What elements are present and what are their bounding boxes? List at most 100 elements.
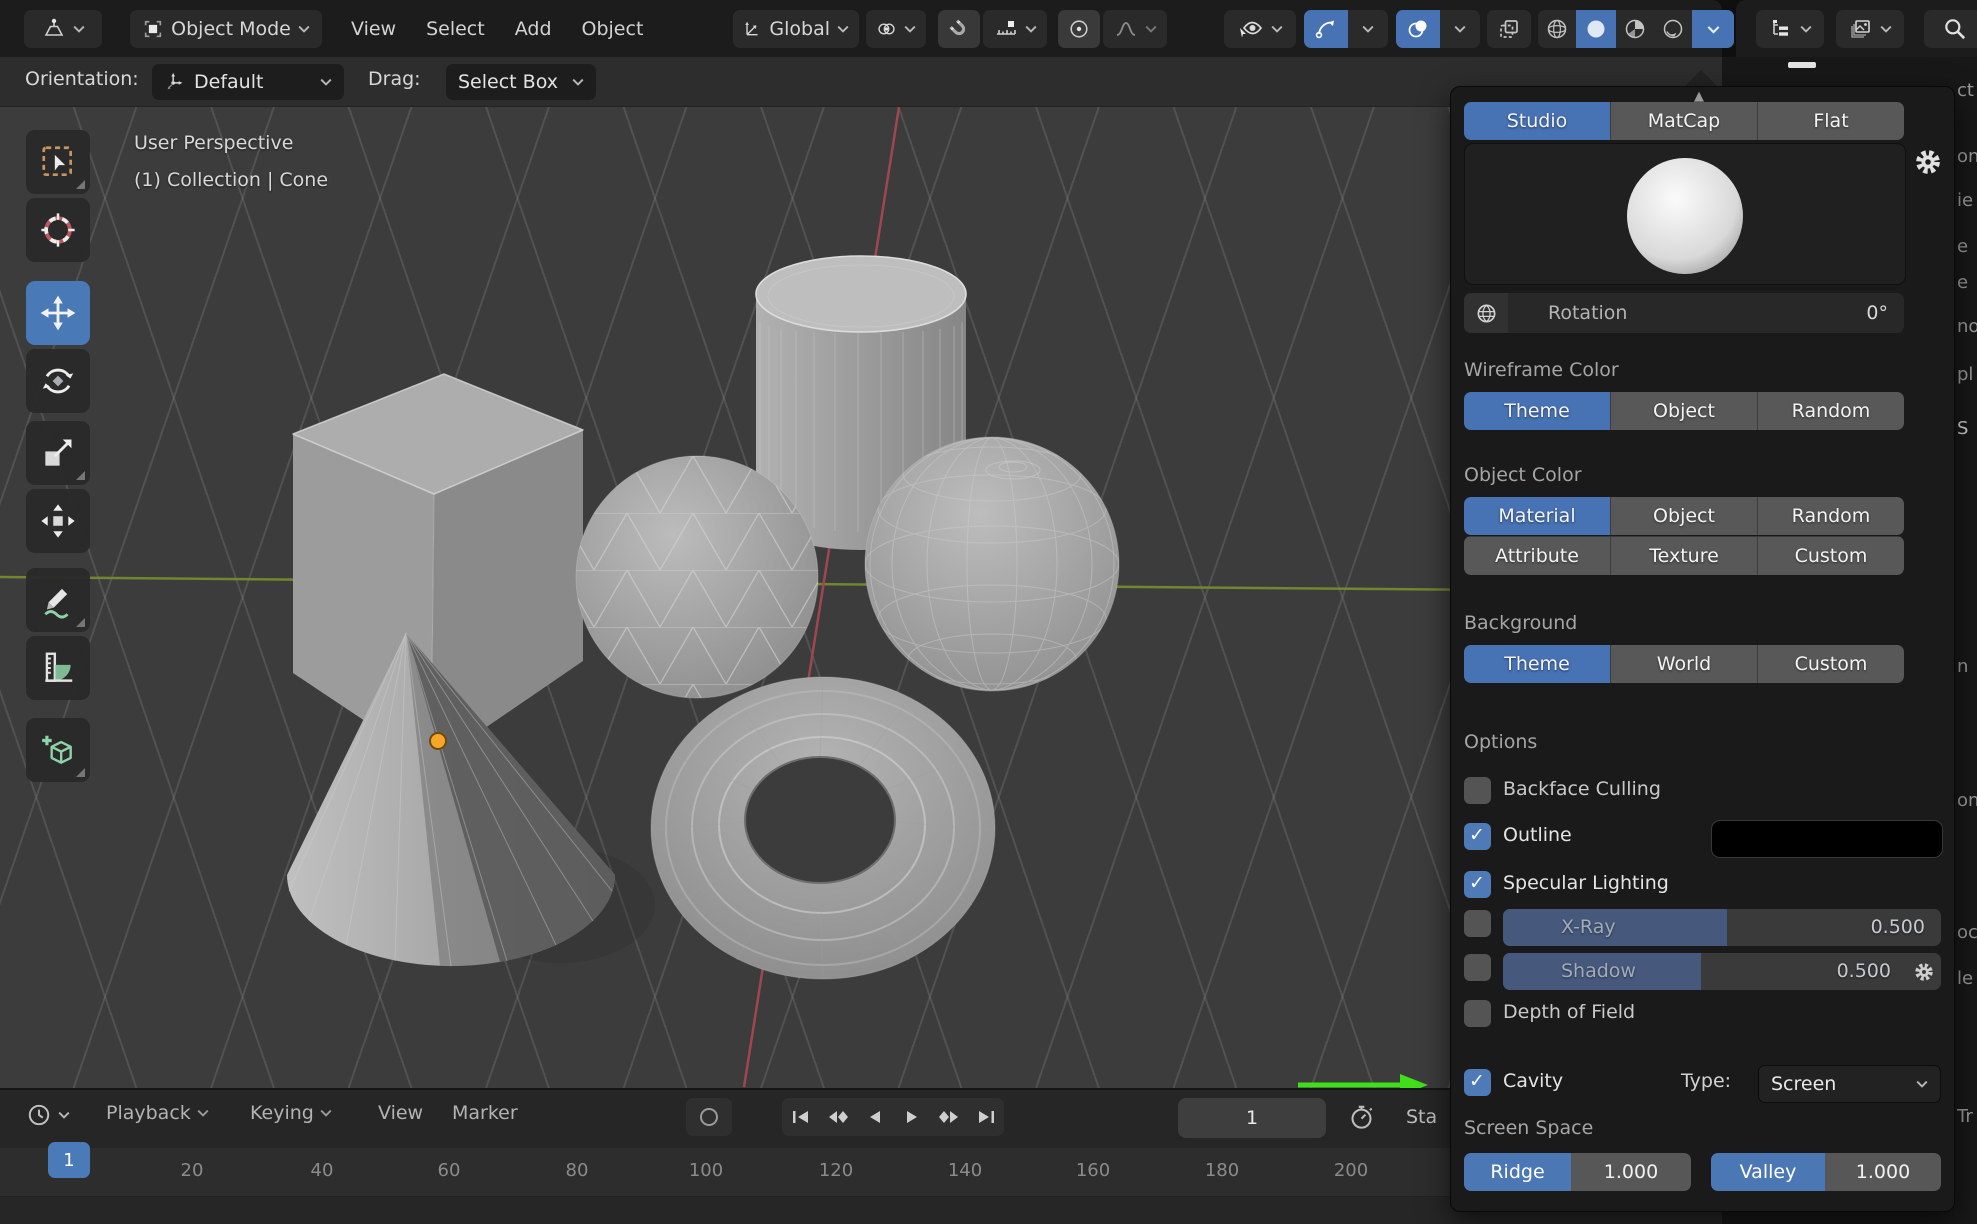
- auto-keying-button[interactable]: [686, 1098, 732, 1136]
- timeline-menu-view[interactable]: View: [378, 1102, 423, 1124]
- editor-type-button[interactable]: [24, 10, 102, 48]
- cavity-ridge-slider[interactable]: Ridge 1.000: [1464, 1153, 1691, 1191]
- uv-sphere-object[interactable]: [865, 437, 1119, 691]
- object-color-object[interactable]: Object: [1611, 497, 1758, 535]
- chevron-down-icon: [837, 25, 849, 33]
- current-frame-field[interactable]: 1: [1178, 1098, 1326, 1138]
- tab-studio[interactable]: Studio: [1464, 102, 1611, 140]
- viewport-info-text: User Perspective (1) Collection | Cone: [134, 125, 328, 199]
- menu-object[interactable]: Object: [567, 18, 659, 40]
- outline-color-swatch[interactable]: [1711, 820, 1943, 858]
- show-overlays-button[interactable]: [1396, 10, 1440, 48]
- chevron-down-icon: [58, 1111, 70, 1119]
- tool-move[interactable]: [26, 281, 90, 345]
- object-color-random[interactable]: Random: [1758, 497, 1904, 535]
- world-icon: [1475, 302, 1498, 325]
- wireframe-color-label: Wireframe Color: [1464, 359, 1619, 381]
- cavity-type-dropdown[interactable]: Screen: [1758, 1065, 1941, 1103]
- proportional-editing-button[interactable]: [1058, 10, 1100, 48]
- torus-object[interactable]: [651, 677, 995, 979]
- wireframe-color-theme[interactable]: Theme: [1464, 392, 1611, 430]
- object-color-attribute[interactable]: Attribute: [1464, 536, 1611, 575]
- timeline-editor-type-button[interactable]: [26, 1102, 70, 1128]
- cavity-valley-slider[interactable]: Valley 1.000: [1711, 1153, 1941, 1191]
- jump-to-start-button[interactable]: [782, 1098, 819, 1136]
- tool-scale[interactable]: [26, 421, 90, 485]
- object-visibility-dropdown[interactable]: [1224, 10, 1296, 48]
- object-color-texture[interactable]: Texture: [1611, 536, 1758, 575]
- tool-transform[interactable]: [26, 489, 90, 553]
- icosphere-object[interactable]: [576, 456, 818, 698]
- menu-view[interactable]: View: [336, 18, 411, 40]
- transform-orientation-dropdown[interactable]: Global: [733, 10, 859, 48]
- wireframe-color-random[interactable]: Random: [1758, 392, 1904, 430]
- outline-checkbox[interactable]: [1464, 823, 1491, 850]
- jump-prev-keyframe-button[interactable]: [819, 1098, 856, 1136]
- gizmos-control: [1304, 10, 1388, 48]
- cavity-checkbox[interactable]: [1464, 1069, 1491, 1096]
- timeline-menu-keying[interactable]: Keying: [250, 1102, 332, 1124]
- backface-culling-checkbox[interactable]: [1464, 777, 1491, 804]
- play-button[interactable]: [893, 1098, 930, 1136]
- mode-dropdown[interactable]: Object Mode: [130, 10, 322, 48]
- rotation-slider[interactable]: Rotation 0°: [1508, 293, 1904, 333]
- outliner-editor-type-button[interactable]: [1756, 10, 1824, 48]
- object-color-custom[interactable]: Custom: [1758, 536, 1904, 575]
- overlays-options-dropdown[interactable]: [1440, 10, 1480, 48]
- cavity-type-label: Type:: [1681, 1070, 1731, 1092]
- shading-material-preview-button[interactable]: [1616, 10, 1654, 48]
- shadow-settings-button[interactable]: [1907, 953, 1941, 990]
- tool-annotate[interactable]: [26, 568, 90, 632]
- shading-options-dropdown[interactable]: [1692, 10, 1734, 48]
- shading-solid-button[interactable]: [1576, 10, 1616, 48]
- shading-popover: ▲ Studio MatCap Flat: [1450, 86, 1955, 1212]
- outliner-display-mode-dropdown[interactable]: [1836, 10, 1904, 48]
- stopwatch-icon[interactable]: [1348, 1104, 1375, 1131]
- tool-3d-cursor[interactable]: [26, 198, 90, 262]
- tool-add-cube[interactable]: [26, 718, 90, 782]
- jump-to-end-button[interactable]: [967, 1098, 1004, 1136]
- current-frame-indicator[interactable]: 1: [48, 1142, 90, 1178]
- toggle-xray-button[interactable]: [1487, 10, 1531, 48]
- snap-toggle-button[interactable]: [938, 10, 980, 48]
- shadow-checkbox[interactable]: [1464, 954, 1491, 981]
- wireframe-color-object[interactable]: Object: [1611, 392, 1758, 430]
- context-label: (1) Collection | Cone: [134, 162, 328, 199]
- outliner-search-button[interactable]: [1924, 10, 1977, 48]
- tab-matcap[interactable]: MatCap: [1611, 102, 1758, 140]
- background-theme[interactable]: Theme: [1464, 645, 1611, 683]
- snap-with-dropdown[interactable]: [983, 10, 1047, 48]
- shading-rendered-button[interactable]: [1654, 10, 1692, 48]
- ruler-tick: 80: [547, 1160, 607, 1181]
- background-custom[interactable]: Custom: [1758, 645, 1904, 683]
- tool-measure[interactable]: [26, 636, 90, 700]
- studiolight-preview[interactable]: [1464, 143, 1906, 285]
- studiolight-settings-button[interactable]: [1913, 147, 1943, 177]
- shading-wireframe-button[interactable]: [1538, 10, 1576, 48]
- specular-lighting-checkbox[interactable]: [1464, 871, 1491, 898]
- drag-mode-dropdown[interactable]: Select Box: [446, 64, 596, 100]
- menu-select[interactable]: Select: [411, 18, 500, 40]
- timeline-menu-marker[interactable]: Marker: [452, 1102, 518, 1124]
- menu-add[interactable]: Add: [500, 18, 567, 40]
- orientation-dropdown[interactable]: Default: [152, 64, 344, 100]
- world-space-toggle[interactable]: [1464, 293, 1508, 333]
- pivot-point-dropdown[interactable]: [866, 10, 926, 48]
- show-gizmo-button[interactable]: [1304, 10, 1348, 48]
- tool-select-box[interactable]: [26, 130, 90, 194]
- xray-slider[interactable]: X-Ray 0.500: [1503, 909, 1941, 946]
- global-axes-icon: [743, 18, 762, 40]
- tab-flat[interactable]: Flat: [1758, 102, 1904, 140]
- properties-text-fragment: e: [1957, 272, 1968, 293]
- depth-of-field-checkbox[interactable]: [1464, 1000, 1491, 1027]
- jump-next-keyframe-button[interactable]: [930, 1098, 967, 1136]
- xray-checkbox[interactable]: [1464, 910, 1491, 937]
- background-world[interactable]: World: [1611, 645, 1758, 683]
- shadow-slider[interactable]: Shadow 0.500: [1503, 953, 1907, 990]
- timeline-menu-playback[interactable]: Playback: [106, 1102, 209, 1124]
- play-reverse-button[interactable]: [856, 1098, 893, 1136]
- gizmo-options-dropdown[interactable]: [1348, 10, 1388, 48]
- object-color-material[interactable]: Material: [1464, 497, 1611, 535]
- proportional-falloff-dropdown[interactable]: [1103, 10, 1167, 48]
- tool-rotate[interactable]: [26, 349, 90, 413]
